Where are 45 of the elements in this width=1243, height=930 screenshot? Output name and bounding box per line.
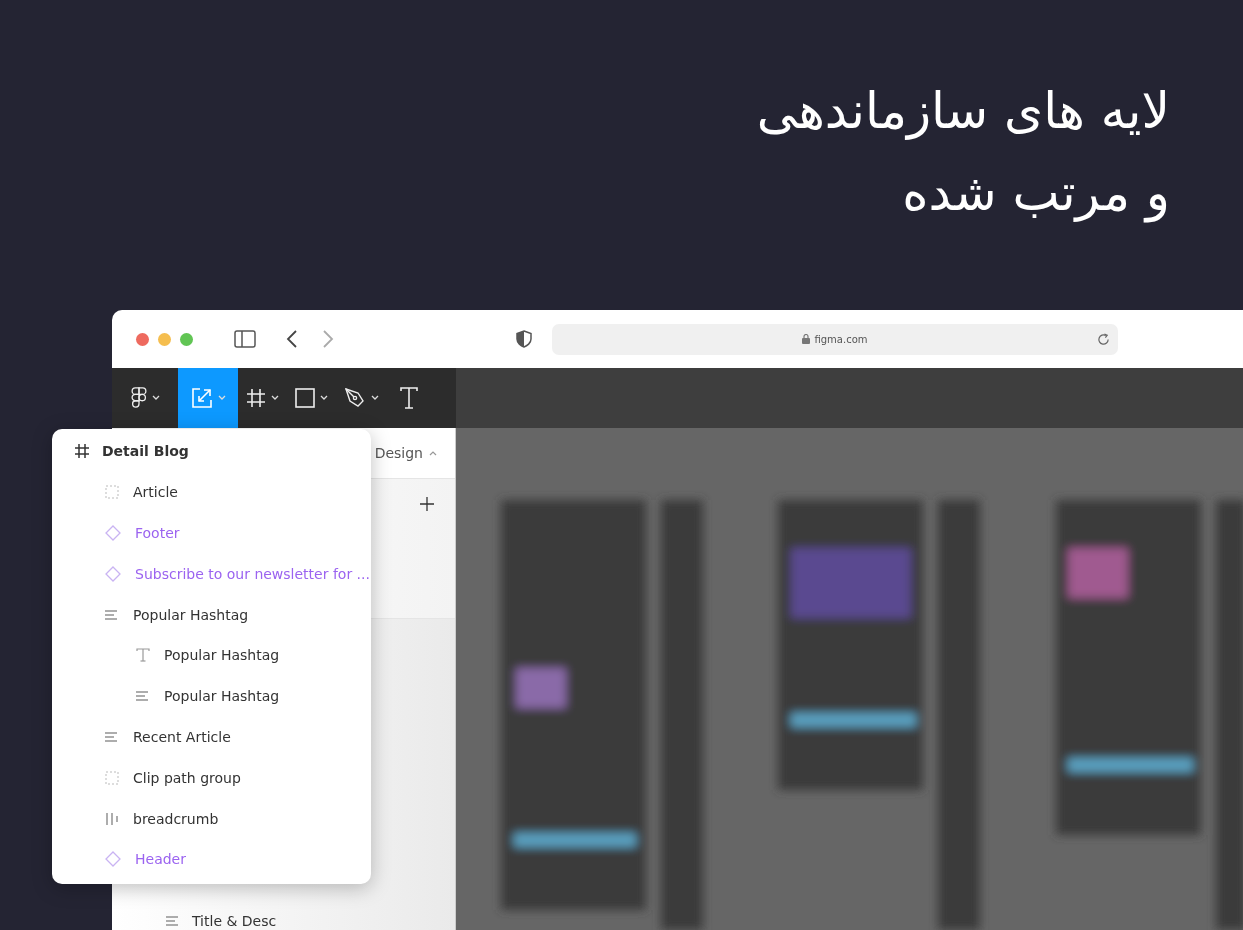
layer-name[interactable]: Title & Desc (192, 913, 277, 929)
close-dot[interactable] (136, 332, 149, 346)
minimize-dot[interactable] (158, 332, 171, 346)
autolayout-icon (136, 690, 150, 703)
frame-icon (246, 388, 266, 408)
diamond-icon (105, 851, 121, 868)
scale-icon (190, 387, 213, 409)
headline: لایه های سازماندهی (756, 81, 1170, 142)
headline: و مرتب شده (902, 163, 1170, 225)
dashed-square-icon (105, 485, 119, 500)
autolayout-icon (166, 915, 180, 927)
add-icon[interactable] (420, 497, 434, 511)
frame-icon (75, 444, 89, 459)
shield-icon[interactable] (516, 330, 532, 348)
layer-name[interactable]: Detail Blog (102, 443, 189, 460)
rectangle-icon (295, 388, 315, 408)
pen-icon (344, 387, 366, 409)
layer-name[interactable]: Footer (135, 525, 180, 541)
sidebar-icon[interactable] (234, 330, 256, 348)
columns-icon (105, 811, 119, 826)
layer-name[interactable]: Popular Hashtag (133, 606, 249, 623)
design-tab[interactable]: Design (374, 445, 423, 461)
autolayout-icon (105, 608, 119, 621)
layer-name[interactable]: Subscribe to our newsletter for ... (135, 565, 370, 582)
layer-name[interactable]: Recent Article (133, 728, 231, 745)
autolayout-icon (105, 730, 119, 743)
address-bar[interactable]: figma.com (552, 323, 1118, 355)
logo-icon (130, 387, 147, 409)
reload-icon[interactable] (1097, 332, 1110, 346)
layer-name[interactable]: Article (133, 484, 178, 501)
url-text: figma.com (814, 333, 868, 345)
layer-name[interactable]: breadcrumb (133, 810, 219, 827)
layer-name[interactable]: Popular Hashtag (164, 688, 280, 705)
maximize-dot[interactable] (180, 332, 193, 346)
layer-name[interactable]: Popular Hashtag (164, 647, 280, 664)
diamond-icon (105, 565, 121, 582)
text-icon (400, 387, 418, 409)
text-icon (136, 648, 150, 663)
diamond-icon (105, 525, 121, 541)
layer-name[interactable]: Clip path group (133, 769, 241, 786)
lock-icon (802, 334, 811, 344)
layer-name[interactable]: Header (135, 851, 186, 868)
back-icon[interactable] (286, 330, 298, 348)
caret-icon[interactable] (429, 450, 437, 456)
dashed-square-icon (105, 770, 119, 785)
